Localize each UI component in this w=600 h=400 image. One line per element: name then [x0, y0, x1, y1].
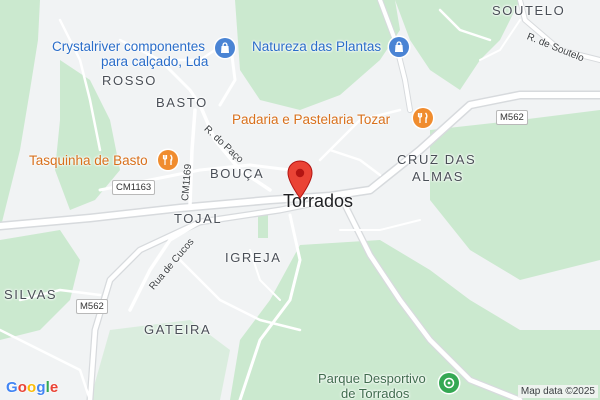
area-label-cruz-das: CRUZ DAS: [397, 152, 477, 167]
google-logo: Google: [6, 379, 59, 396]
restaurant-icon[interactable]: [158, 150, 178, 170]
park-icon[interactable]: [439, 373, 459, 393]
area-label-rosso: ROSSO: [102, 73, 157, 88]
poi-label-natureza-das-plantas[interactable]: Natureza das Plantas: [252, 40, 381, 54]
location-pin-icon[interactable]: [286, 160, 314, 200]
route-shield-m562-east: M562: [496, 110, 528, 125]
poi-label-parque-desportivo-line1[interactable]: Parque Desportivo: [318, 371, 426, 387]
restaurant-icon[interactable]: [413, 108, 433, 128]
area-label-almas: ALMAS: [412, 169, 465, 184]
poi-label-crystalriver-line2[interactable]: para calçado, Lda: [101, 55, 208, 69]
shopping-bag-icon[interactable]: [389, 37, 409, 57]
area-label-tojal: TOJAL: [174, 211, 223, 226]
area-label-bouca: BOUÇA: [210, 166, 265, 181]
poi-label-tasquinha-de-basto[interactable]: Tasquinha de Basto: [29, 154, 148, 168]
route-shield-m562-west: M562: [76, 299, 108, 314]
area-label-silvas: SILVAS: [4, 287, 58, 302]
poi-label-parque-desportivo-line2[interactable]: de Torrados: [341, 386, 409, 400]
area-label-basto: BASTO: [156, 95, 208, 110]
map-canvas[interactable]: SOUTELO ROSSO BASTO BOUÇA TOJAL IGREJA C…: [0, 0, 600, 400]
shopping-bag-icon[interactable]: [215, 38, 235, 58]
area-label-igreja: IGREJA: [225, 250, 282, 265]
poi-label-crystalriver-line1[interactable]: Crystalriver componentes: [52, 40, 205, 54]
poi-label-padaria-tozar[interactable]: Padaria e Pastelaria Tozar: [232, 113, 390, 127]
map-attribution[interactable]: Map data ©2025: [517, 385, 598, 398]
area-label-soutelo: SOUTELO: [492, 3, 566, 18]
area-label-gateira: GATEIRA: [144, 322, 212, 337]
route-shield-cm1163: CM1163: [112, 180, 156, 195]
